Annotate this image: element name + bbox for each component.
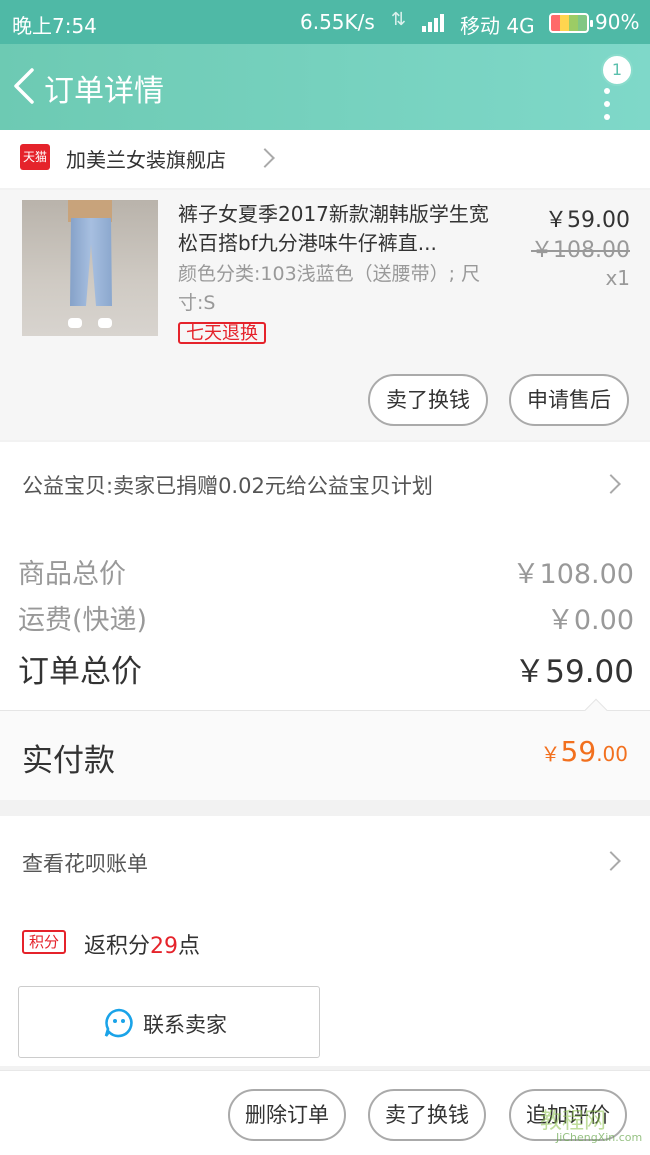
charity-row[interactable]: 公益宝贝:卖家已捐赠0.02元给公益宝贝计划: [0, 442, 650, 528]
shipping-label: 运费(快递): [18, 605, 148, 636]
status-net-speed: 6.55K/s: [300, 10, 375, 34]
product-thumbnail[interactable]: [22, 200, 158, 336]
goods-total-value: ￥108.00: [512, 559, 634, 590]
product-quantity: x1: [605, 266, 630, 290]
price-summary: 商品总价 ￥108.00 运费(快递) ￥0.00 订单总价 ￥59.00: [0, 528, 650, 710]
battery-icon: [549, 13, 593, 33]
order-total-label: 订单总价: [18, 654, 142, 690]
points-text: 返积分29点: [84, 934, 201, 959]
payment-integer: 59: [560, 735, 597, 768]
site-watermark: 教程网 JiChengXin.com: [526, 1103, 646, 1147]
actual-payment-label: 实付款: [22, 743, 115, 779]
watermark-url: JiChengXin.com: [556, 1131, 643, 1144]
page-title: 订单详情: [44, 74, 164, 109]
points-amount: 29: [150, 934, 179, 959]
shipping-value: ￥0.00: [546, 605, 634, 636]
shop-row[interactable]: 天猫 加美兰女装旗舰店: [0, 130, 650, 188]
charity-text: 公益宝贝:卖家已捐赠0.02元给公益宝贝计划: [22, 474, 433, 498]
app-header: 订单详情 1: [0, 44, 650, 130]
payment-decimal: .00: [596, 742, 628, 766]
request-after-sales-button[interactable]: 申请售后: [509, 374, 629, 426]
product-title[interactable]: 裤子女夏季2017新款潮韩版学生宽松百搭bf九分港味牛仔裤直...: [178, 200, 498, 258]
goods-total-label: 商品总价: [18, 559, 126, 590]
chat-face-icon: [104, 1008, 133, 1038]
return-policy-tag: 七天退换: [178, 322, 266, 344]
product-item[interactable]: 裤子女夏季2017新款潮韩版学生宽松百搭bf九分港味牛仔裤直... 颜色分类:1…: [0, 190, 650, 440]
chevron-right-icon: [601, 851, 621, 871]
product-attributes: 颜色分类:103浅蓝色（送腰带）; 尺寸:S: [178, 263, 481, 314]
delete-order-button[interactable]: 删除订单: [228, 1089, 346, 1141]
contact-seller-label: 联系卖家: [143, 1013, 227, 1037]
currency-symbol: ￥: [540, 742, 561, 766]
product-price: ￥59.00: [545, 208, 630, 233]
chevron-right-icon: [255, 148, 275, 168]
order-total-value: ￥59.00: [514, 654, 634, 690]
points-tag: 积分: [22, 930, 66, 954]
sell-for-cash-button[interactable]: 卖了换钱: [368, 374, 488, 426]
back-arrow-icon[interactable]: [10, 66, 40, 106]
extra-section: 查看花呗账单 积分 返积分29点 联系卖家: [0, 816, 650, 1066]
actual-payment-row: 实付款 ￥59.00: [0, 698, 650, 800]
chevron-right-icon: [601, 474, 621, 494]
product-original-price: ￥108.00: [531, 238, 630, 263]
tmall-badge: 天猫: [20, 144, 50, 170]
actual-payment-value: ￥59.00: [541, 735, 628, 768]
sell-for-cash-bottom-button[interactable]: 卖了换钱: [368, 1089, 486, 1141]
status-carrier: 移动 4G: [460, 14, 535, 38]
status-time: 晚上7:54: [12, 14, 97, 38]
notification-badge[interactable]: 1: [601, 54, 633, 86]
status-bar: 晚上7:54 6.55K/s ⇅ 移动 4G 90%: [0, 0, 650, 44]
shop-name[interactable]: 加美兰女装旗舰店: [66, 144, 226, 173]
contact-seller-button[interactable]: 联系卖家: [18, 986, 320, 1058]
bottom-action-bar: 删除订单 卖了换钱 追加评价 教程网 JiChengXin.com: [0, 1070, 650, 1155]
huabei-bill-link[interactable]: 查看花呗账单: [22, 848, 148, 878]
data-arrows-icon: ⇅: [391, 9, 407, 30]
status-battery-level: 90%: [595, 10, 640, 34]
signal-icon: [422, 14, 444, 32]
